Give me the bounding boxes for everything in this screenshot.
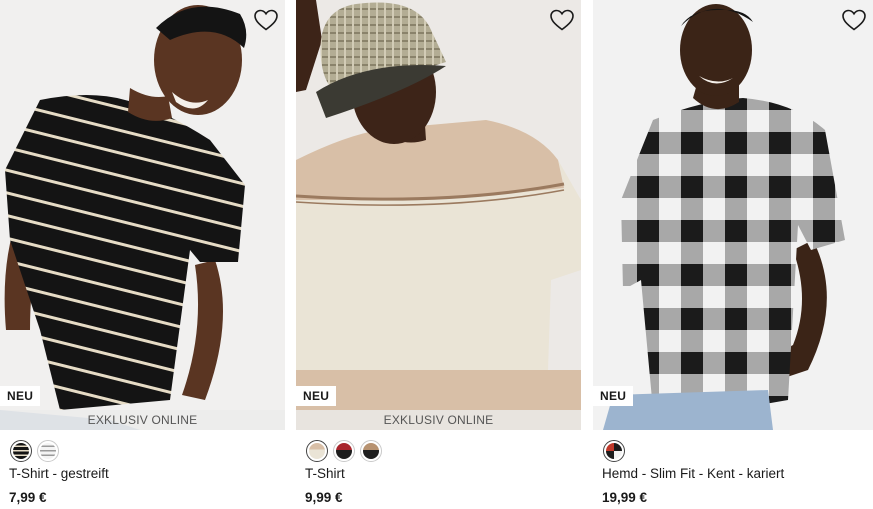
product-image-area[interactable]: NEU EXKLUSIV ONLINE	[296, 0, 581, 430]
new-badge: NEU	[296, 386, 337, 406]
product-card[interactable]: NEU Hemd - Slim Fit - Kent - kariert 19,…	[593, 0, 873, 509]
wishlist-button[interactable]	[253, 8, 279, 32]
heart-outline-icon	[254, 9, 278, 31]
product-card[interactable]: NEU EXKLUSIV ONLINE T-Shirt - gestreift …	[0, 0, 285, 509]
product-image-colorblock-tshirt[interactable]	[296, 0, 581, 430]
color-swatches	[603, 440, 625, 462]
color-swatch-white-grey-stripes[interactable]	[37, 440, 59, 462]
wishlist-button[interactable]	[841, 8, 867, 32]
color-swatch-brown-dark-colorblock[interactable]	[360, 440, 382, 462]
color-swatch-black-beige-stripes[interactable]	[10, 440, 32, 462]
exclusive-online-banner: EXKLUSIV ONLINE	[0, 410, 285, 430]
product-card[interactable]: NEU EXKLUSIV ONLINE T-Shirt 9,99 €	[296, 0, 581, 509]
exclusive-online-banner: EXKLUSIV ONLINE	[296, 410, 581, 430]
product-image-striped-tshirt[interactable]	[0, 0, 285, 430]
new-badge: NEU	[0, 386, 41, 406]
heart-outline-icon	[550, 9, 574, 31]
heart-outline-icon	[842, 9, 866, 31]
product-title[interactable]: Hemd - Slim Fit - Kent - kariert	[602, 466, 784, 481]
new-badge: NEU	[593, 386, 634, 406]
color-swatch-red-dark-colorblock[interactable]	[333, 440, 355, 462]
product-image-area[interactable]: NEU EXKLUSIV ONLINE	[0, 0, 285, 430]
color-swatch-black-white-check[interactable]	[603, 440, 625, 462]
product-title[interactable]: T-Shirt	[305, 466, 345, 481]
product-price: 7,99 €	[9, 490, 47, 505]
product-image-checked-shirt[interactable]	[593, 0, 873, 430]
color-swatches	[306, 440, 382, 462]
color-swatch-beige-colorblock[interactable]	[306, 440, 328, 462]
wishlist-button[interactable]	[549, 8, 575, 32]
color-swatches	[10, 440, 59, 462]
product-price: 19,99 €	[602, 490, 648, 505]
product-price: 9,99 €	[305, 490, 343, 505]
product-image-area[interactable]: NEU	[593, 0, 873, 430]
product-title[interactable]: T-Shirt - gestreift	[9, 466, 109, 481]
